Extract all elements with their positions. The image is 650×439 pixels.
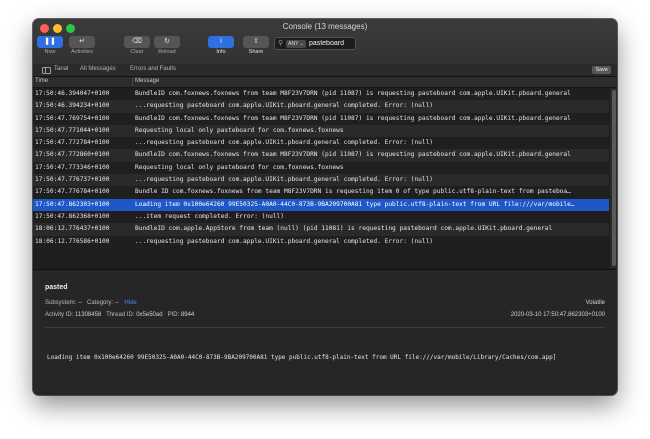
detail-subsystem-line: Subsystem: -- Category: -- Hide bbox=[45, 300, 137, 306]
log-time: 17:50:47.772784+0100 bbox=[35, 139, 110, 147]
log-row[interactable]: 17:50:46.394234+0100 ...requesting pasteb… bbox=[33, 100, 609, 113]
log-time: 17:50:47.862303+0100 bbox=[35, 200, 110, 208]
save-search-button[interactable]: Save bbox=[592, 66, 611, 74]
reload-icon: ↻ bbox=[154, 36, 180, 48]
log-message: ...requesting pasteboard com.apple.UIKit… bbox=[135, 176, 434, 184]
search-field[interactable]: ⚲ ANY ⌄ bbox=[274, 37, 356, 50]
thread-id-label: Thread ID: bbox=[106, 312, 135, 318]
column-divider[interactable] bbox=[132, 78, 133, 86]
log-row[interactable]: 17:50:47.773346+0100 Requesting local onl… bbox=[33, 161, 609, 175]
detail-ids-line: Activity ID: 11308458 Thread ID: 0x5e50a… bbox=[45, 312, 194, 318]
info-label: Info bbox=[216, 49, 226, 55]
log-message: ...requesting pasteboard com.apple.UIKit… bbox=[135, 102, 434, 110]
share-button[interactable]: ⇧ Share bbox=[243, 36, 269, 55]
search-input[interactable] bbox=[308, 38, 353, 49]
reload-label: Reload bbox=[158, 49, 176, 55]
pid-value: 8944 bbox=[180, 312, 195, 318]
detail-title: pasted bbox=[45, 284, 68, 291]
now-label: Now bbox=[44, 49, 56, 55]
pid-label: PID: bbox=[167, 312, 180, 318]
filter-bar: Tanal All Messages Errors and Faults Sav… bbox=[33, 64, 617, 77]
detail-divider bbox=[45, 327, 605, 328]
log-row[interactable]: 17:50:47.769754+0100 BundleID com.foxnews… bbox=[33, 112, 609, 125]
search-icon: ⚲ bbox=[278, 40, 284, 47]
window-title: Console (13 messages) bbox=[282, 22, 368, 31]
pause-icon: ❚❚ bbox=[37, 36, 63, 48]
log-message: BundleID com.apple.AppStore from team (n… bbox=[135, 225, 553, 233]
detail-message: Loading item 0x100e64260 99E50325-A0A0-4… bbox=[47, 354, 557, 361]
log-row[interactable]: 17:50:47.772860+0100 BundleID com.foxnews… bbox=[33, 149, 609, 162]
log-message: ...requesting pasteboard com.apple.UIKit… bbox=[135, 139, 434, 147]
clear-button[interactable]: ⌫ Clear bbox=[124, 36, 150, 55]
subsystem-value: -- bbox=[78, 300, 83, 306]
info-icon: i bbox=[208, 36, 234, 48]
log-row[interactable]: 18:06:12.776437+0100 BundleID com.apple.A… bbox=[33, 223, 609, 236]
toolbar: Console (13 messages) ❚❚ Now ↵ Activitie… bbox=[33, 19, 617, 65]
thread-id-value: 0x5e50ad bbox=[136, 312, 163, 318]
log-time: 17:50:47.772860+0100 bbox=[35, 151, 110, 159]
column-header: Time Message bbox=[33, 77, 617, 88]
clear-icon: ⌫ bbox=[124, 36, 150, 48]
now-button[interactable]: ❚❚ Now bbox=[37, 36, 63, 55]
activities-label: Activities bbox=[71, 49, 93, 55]
log-message: ...requesting pasteboard com.apple.UIKit… bbox=[135, 237, 434, 245]
activities-button[interactable]: ↵ Activities bbox=[65, 36, 99, 55]
log-row[interactable]: 17:50:47.776784+0100 Bundle ID com.foxnew… bbox=[33, 186, 609, 199]
category-value: -- bbox=[114, 300, 119, 306]
log-message: BundleID com.foxnews.foxnews from team M… bbox=[135, 90, 571, 97]
log-row[interactable]: 17:50:47.862368+0100 ...item request comp… bbox=[33, 210, 609, 224]
log-row[interactable]: 17:50:47.771044+0100 Requesting local onl… bbox=[33, 124, 609, 138]
category-label: Category: bbox=[87, 300, 114, 306]
share-icon: ⇧ bbox=[243, 36, 269, 48]
log-time: 17:50:47.776737+0100 bbox=[35, 176, 110, 184]
activity-id-label: Activity ID: bbox=[45, 312, 74, 318]
log-time: 17:50:46.394234+0100 bbox=[35, 102, 110, 110]
log-time: 17:50:47.771044+0100 bbox=[35, 126, 110, 134]
sidebar-toggle-icon[interactable] bbox=[42, 67, 51, 74]
log-message: Bundle ID com.foxnews.foxnews from team … bbox=[135, 188, 571, 196]
activity-id-value: 11308458 bbox=[75, 312, 102, 318]
log-row[interactable]: 17:50:46.394047+0100 BundleID com.foxnews… bbox=[33, 88, 609, 101]
detail-pane: pasted Subsystem: -- Category: -- Hide A… bbox=[33, 269, 617, 395]
log-time: 18:06:12.776586+0100 bbox=[35, 237, 110, 245]
column-header-message[interactable]: Message bbox=[135, 78, 159, 84]
message-list: 17:50:46.394047+0100 BundleID com.foxnews… bbox=[33, 88, 609, 268]
filter-tab-tanal[interactable]: Tanal bbox=[54, 66, 68, 72]
log-time: 17:50:46.394047+0100 bbox=[35, 90, 110, 97]
log-message: Requesting local only pasteboard for com… bbox=[135, 126, 344, 134]
share-label: Share bbox=[248, 49, 264, 55]
log-row[interactable]: 17:50:47.776737+0100 ...requesting pasteb… bbox=[33, 174, 609, 187]
log-message: BundleID com.foxnews.foxnews from team M… bbox=[135, 151, 571, 159]
log-row-selected[interactable]: 17:50:47.862303+0100 Loading item 0x100e6… bbox=[33, 198, 609, 211]
filter-tab-all-messages[interactable]: All Messages bbox=[80, 66, 116, 72]
log-message: Loading item 0x100e64260 99E50325-A0A0-4… bbox=[135, 200, 575, 208]
search-scope-token[interactable]: ANY ⌄ bbox=[286, 39, 306, 48]
log-time: 18:06:12.776437+0100 bbox=[35, 225, 110, 233]
log-time: 17:50:47.773346+0100 bbox=[35, 163, 110, 171]
message-list-scrollbar[interactable] bbox=[609, 88, 617, 268]
detail-timestamp: 2020-03-10 17:50:47.862303+0100 bbox=[510, 312, 605, 318]
info-button[interactable]: i Info bbox=[208, 36, 234, 55]
log-time: 17:50:47.769754+0100 bbox=[35, 114, 110, 122]
log-row[interactable]: 18:06:12.776586+0100 ...requesting pasteb… bbox=[33, 235, 609, 248]
detail-type: Volatile bbox=[585, 300, 605, 306]
log-message: ...item request completed. Error: (null) bbox=[135, 212, 285, 220]
log-message: Requesting local only pasteboard for com… bbox=[135, 163, 344, 171]
scrollbar-thumb[interactable] bbox=[612, 90, 616, 266]
reload-button[interactable]: ↻ Reload bbox=[154, 36, 180, 55]
column-header-time[interactable]: Time bbox=[35, 78, 48, 84]
hide-link[interactable]: Hide bbox=[124, 300, 136, 306]
log-time: 17:50:47.776784+0100 bbox=[35, 188, 110, 196]
console-window: Console (13 messages) ❚❚ Now ↵ Activitie… bbox=[33, 19, 617, 395]
subsystem-label: Subsystem: bbox=[45, 300, 77, 306]
search-scope-label: ANY bbox=[288, 40, 299, 47]
activities-icon: ↵ bbox=[69, 36, 95, 48]
log-message: BundleID com.foxnews.foxnews from team M… bbox=[135, 114, 571, 122]
log-time: 17:50:47.862368+0100 bbox=[35, 212, 110, 220]
clear-label: Clear bbox=[130, 49, 144, 55]
log-row[interactable]: 17:50:47.772784+0100 ...requesting pasteb… bbox=[33, 137, 609, 150]
filter-tab-errors-and-faults[interactable]: Errors and Faults bbox=[130, 66, 176, 72]
